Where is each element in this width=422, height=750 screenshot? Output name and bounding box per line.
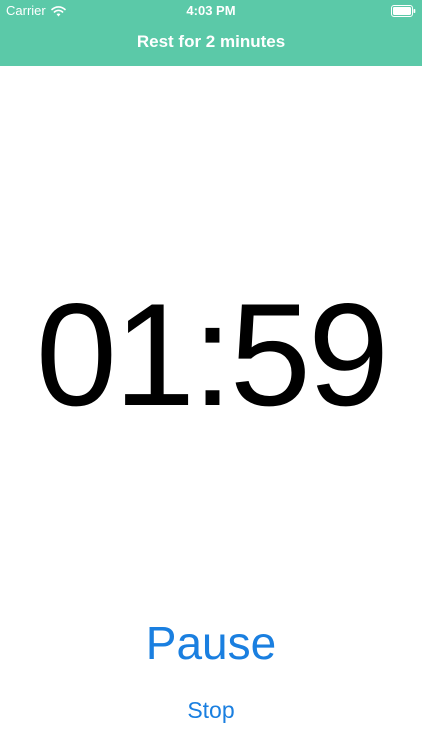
countdown-timer: 01:59 (35, 273, 389, 436)
stop-button[interactable]: Stop (161, 694, 261, 726)
nav-title: Rest for 2 minutes (136, 32, 286, 51)
status-time: 4:03 PM (186, 3, 236, 18)
battery-icon (391, 5, 416, 17)
header: Carrier 4:03 PM Rest for 2 minutes (0, 0, 422, 66)
app-screen: Carrier 4:03 PM Rest for 2 minutes 01:59… (0, 0, 422, 750)
status-bar: Carrier 4:03 PM (0, 0, 422, 22)
pause-button[interactable]: Pause (111, 614, 311, 672)
